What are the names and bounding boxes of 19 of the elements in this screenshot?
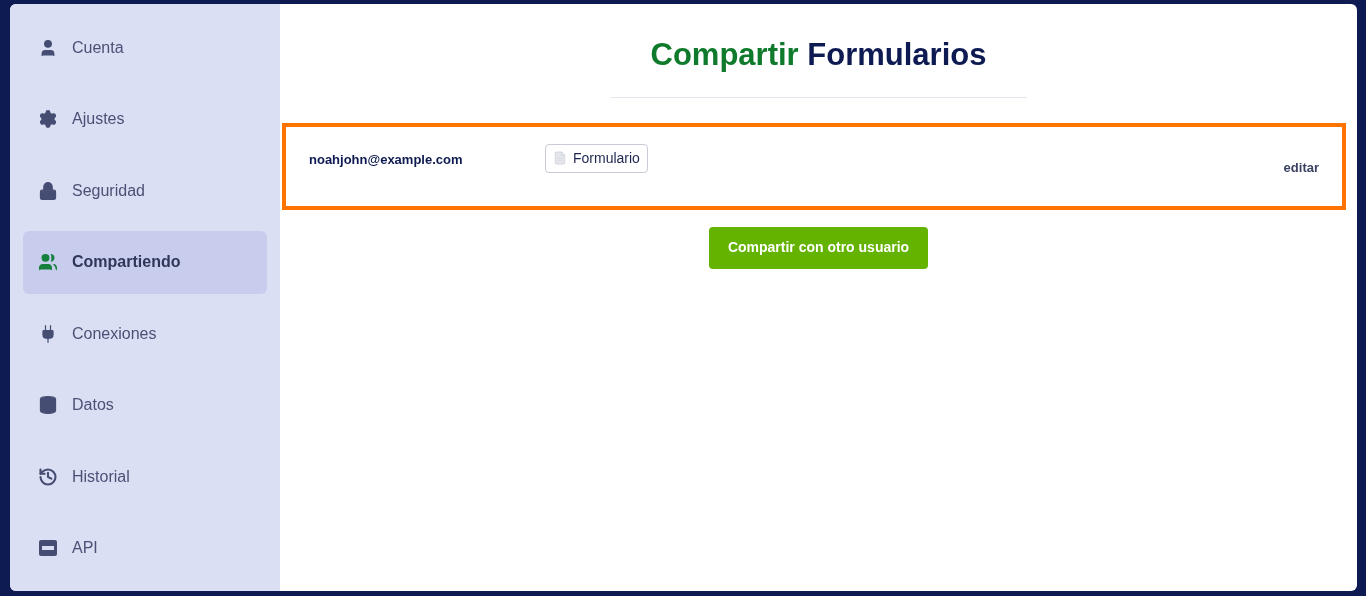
lock-icon bbox=[38, 180, 58, 201]
page-title: Compartir Formularios bbox=[650, 36, 987, 74]
sidebar-item[interactable]: Historial bbox=[23, 445, 267, 508]
sidebar-item[interactable]: Datos bbox=[23, 373, 267, 437]
sidebar-item[interactable]: Compartiendo bbox=[23, 230, 267, 294]
user-email: noahjohn@example.com bbox=[309, 150, 464, 169]
edit-link[interactable]: editar bbox=[1283, 157, 1319, 177]
sidebar-item[interactable]: API bbox=[23, 516, 267, 580]
sidebar-item[interactable]: Ajustes bbox=[23, 87, 267, 151]
history-icon bbox=[38, 466, 58, 487]
sidebar-item[interactable]: Conexiones bbox=[23, 302, 267, 365]
api-icon bbox=[39, 540, 57, 556]
form-chip[interactable]: Formulario bbox=[545, 143, 648, 173]
sidebar-item[interactable]: Cuenta bbox=[23, 16, 267, 79]
document-icon bbox=[553, 151, 567, 165]
settings-icon bbox=[38, 109, 58, 129]
people-icon bbox=[38, 252, 58, 272]
database-icon bbox=[38, 395, 58, 415]
sidebar-item[interactable]: Seguridad bbox=[23, 159, 267, 222]
